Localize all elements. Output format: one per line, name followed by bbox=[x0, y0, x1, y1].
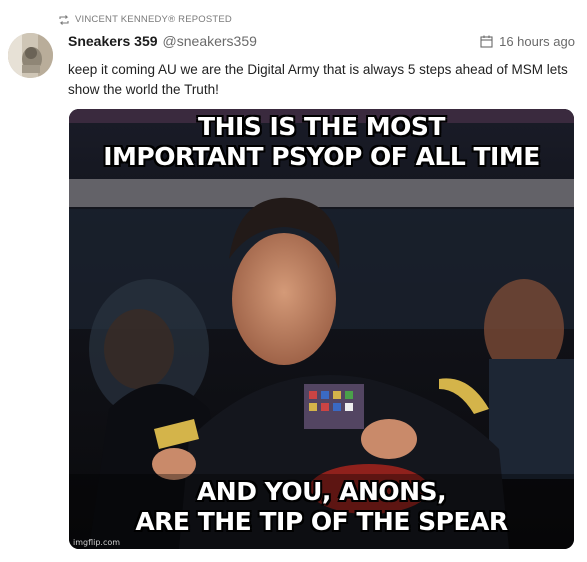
post-image[interactable]: THIS IS THE MOST IMPORTANT PSYOP OF ALL … bbox=[69, 109, 574, 549]
calendar-icon bbox=[480, 35, 493, 48]
post-body: keep it coming AU we are the Digital Arm… bbox=[68, 62, 568, 97]
meme-bottom-caption: AND YOU, ANONS, ARE THE TIP OF THE SPEAR bbox=[69, 477, 574, 537]
author-handle[interactable]: @sneakers359 bbox=[163, 33, 257, 49]
meme-top-line-1: THIS IS THE MOST bbox=[198, 112, 445, 141]
repost-icon bbox=[59, 14, 69, 25]
meme-watermark: imgflip.com bbox=[73, 538, 121, 547]
meme-bottom-line-1: AND YOU, ANONS, bbox=[196, 477, 447, 506]
meme-top-line-2: IMPORTANT PSYOP OF ALL TIME bbox=[103, 142, 540, 171]
meme-top-caption: THIS IS THE MOST IMPORTANT PSYOP OF ALL … bbox=[69, 112, 574, 172]
meme-bottom-line-2: ARE THE TIP OF THE SPEAR bbox=[135, 507, 508, 536]
avatar-image bbox=[8, 33, 53, 78]
timestamp-text: 16 hours ago bbox=[499, 34, 575, 49]
repost-text: VINCENT KENNEDY® REPOSTED bbox=[75, 14, 232, 25]
avatar[interactable] bbox=[8, 33, 53, 78]
post-timestamp[interactable]: 16 hours ago bbox=[480, 34, 575, 49]
author-name[interactable]: Sneakers 359 bbox=[68, 33, 158, 49]
repost-indicator: VINCENT KENNEDY® REPOSTED bbox=[58, 14, 232, 25]
author-row: Sneakers 359 @sneakers359 bbox=[68, 33, 257, 49]
